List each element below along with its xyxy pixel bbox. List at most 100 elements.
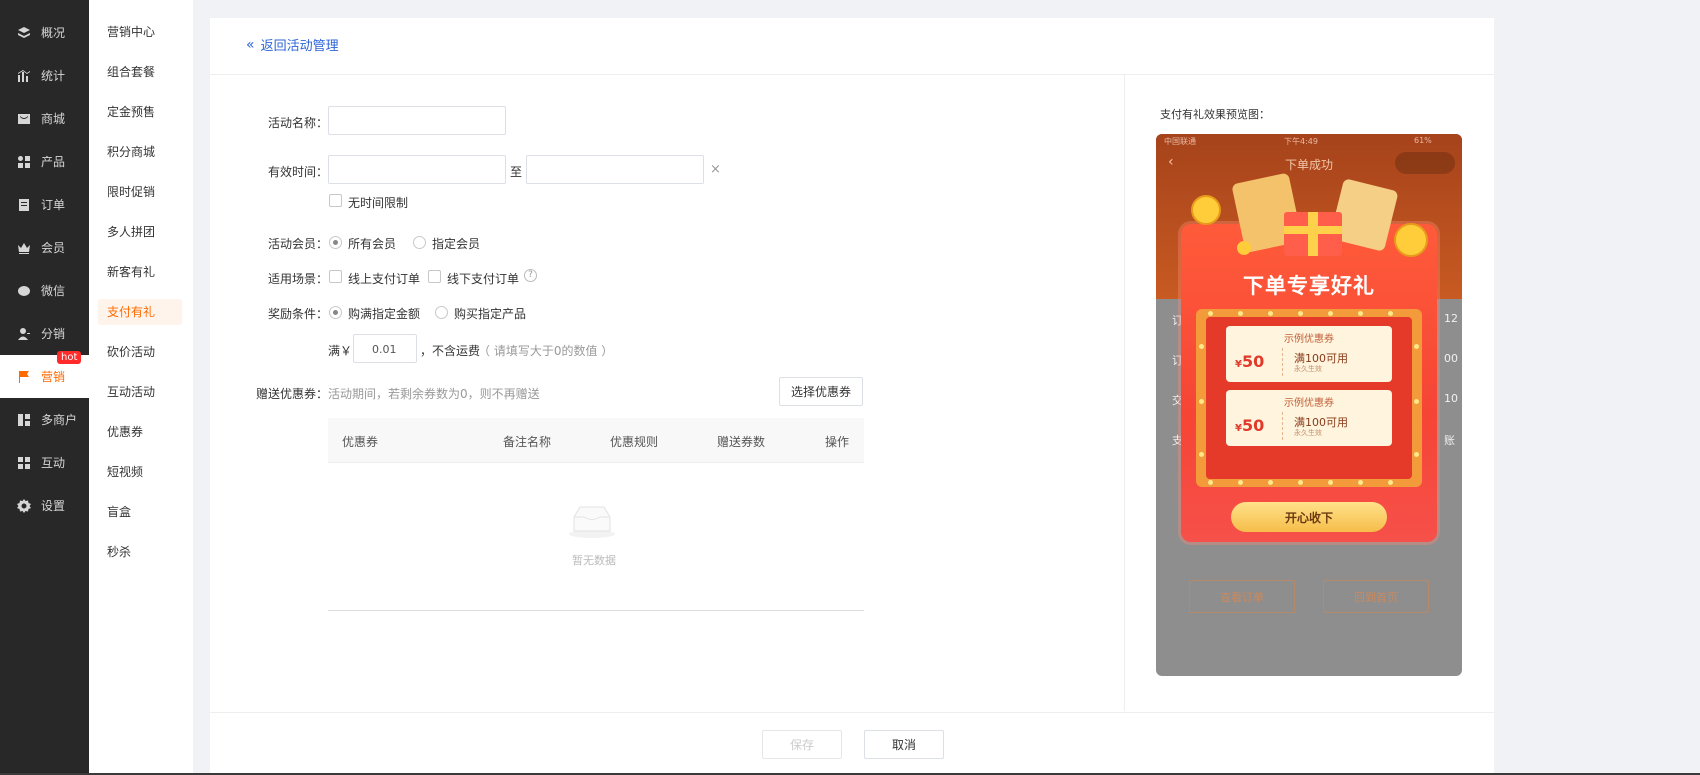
full-amount-input[interactable]: 0.01 [353,334,417,363]
nav-item-product[interactable]: 产品 [0,140,89,183]
member-label: 活动会员： [267,237,328,251]
gift-headline: 下单专享好礼 [1243,274,1375,298]
member-specific-radio[interactable] [413,236,426,249]
row-value: 10 [1444,392,1458,405]
grid-icon [17,155,31,169]
coupon-separator [1282,348,1283,376]
full-amount-suffix: ，不含运费 [420,344,481,358]
nav-item-member[interactable]: 会员 [0,226,89,269]
no-time-limit-label: 无时间限制 [348,196,409,210]
cond-amount-label: 购满指定金额 [348,307,421,321]
light-dot [1268,311,1273,316]
nav-item-wechat[interactable]: 微信 [0,269,89,312]
nav-item-distribution[interactable]: 分销 [0,312,89,355]
row-value: 账 [1444,434,1455,447]
wechat-icon [17,284,31,298]
back-link-label: 返回活动管理 [260,39,339,54]
scene-offline-label: 线下支付订单 [447,272,520,286]
col-action: 操作 [825,435,850,449]
coupon-title: 示例优惠券 [1284,398,1334,409]
help-icon[interactable]: ? [524,269,537,282]
subnav-item[interactable]: 盲盒 [98,499,182,525]
header-divider [210,74,1494,75]
light-dot [1358,311,1363,316]
double-chevron-left-icon: « [246,36,255,53]
subnav-item[interactable]: 定金预售 [98,99,182,125]
coupon-card: 示例优惠券 ¥50 满100可用 永久生效 [1226,326,1392,382]
scene-online-checkbox[interactable] [329,270,342,283]
coupon-separator [1282,412,1283,440]
no-time-limit-checkbox[interactable] [329,194,342,207]
nav-item-interaction[interactable]: 互动 [0,441,89,484]
subnav-item[interactable]: 短视频 [98,459,182,485]
nav-item-label: 营销 [41,370,66,384]
nav-item-label: 多商户 [41,413,78,427]
row-value: 00 [1444,352,1458,365]
main-card: « 返回活动管理 活动名称： 有效时间： 至 × 无时间限制 活动会员： 所有会… [210,18,1494,775]
end-time-input[interactable] [526,155,704,184]
subnav-item[interactable]: 营销中心 [98,19,182,45]
light-dot [1414,452,1419,457]
nav-item-label: 微信 [41,284,66,298]
nav-item-overview[interactable]: 概况 [0,11,89,54]
subnav-item[interactable]: 新客有礼 [98,259,182,285]
subnav-item[interactable]: 限时促销 [98,179,182,205]
light-dot [1238,480,1243,485]
col-count: 赠送券数 [717,435,766,449]
subnav-item[interactable]: 互动活动 [98,379,182,405]
nav-item-settings[interactable]: 设置 [0,484,89,527]
save-button[interactable]: 保存 [762,730,842,759]
select-coupon-button[interactable]: 选择优惠券 [779,377,863,406]
member-all-label: 所有会员 [348,237,397,251]
layers-icon [17,26,31,40]
empty-text: 暂无数据 [572,554,616,567]
light-dot [1199,399,1204,404]
subnav-item[interactable]: 秒杀 [98,539,182,565]
subnav-item[interactable]: 多人拼团 [98,219,182,245]
start-time-input[interactable] [328,155,506,184]
status-bar: 中国联通 下午4:49 61% [1156,136,1462,148]
preview-title: 支付有礼效果预览图： [1160,108,1270,121]
back-link[interactable]: « 返回活动管理 [246,35,339,55]
chart-icon [17,69,31,83]
nav-item-label: 会员 [41,241,66,255]
full-amount-prefix: 满￥ [328,344,353,358]
cancel-button[interactable]: 取消 [864,730,944,759]
subnav-item-active[interactable]: 支付有礼 [98,299,182,325]
hot-badge: hot [57,351,82,364]
nav-item-statistics[interactable]: 统计 [0,54,89,97]
status-time: 下午4:49 [1284,137,1318,146]
cond-amount-radio[interactable] [329,306,342,319]
coupon-amount-value: 50 [1241,416,1265,435]
nav-item-label: 概况 [41,26,66,40]
scene-offline-checkbox[interactable] [428,270,441,283]
table-bottom-border [328,610,864,611]
nav-item-merchants[interactable]: 多商户 [0,398,89,441]
nav-item-label: 订单 [41,198,66,212]
nav-item-label: 分销 [41,327,66,341]
view-order-button: 查看订单 [1189,580,1295,613]
cond-product-radio[interactable] [435,306,448,319]
subnav-item[interactable]: 积分商城 [98,139,182,165]
clear-time-icon[interactable]: × [710,162,721,177]
scene-online-label: 线上支付订单 [348,272,421,286]
nav-item-label: 统计 [41,69,66,83]
crown-icon [17,241,31,255]
coupon-hint: 活动期间，若剩余券数为0，则不再赠送 [328,387,540,401]
user-share-icon [17,327,31,341]
nav-item-order[interactable]: 订单 [0,183,89,226]
subnav-item[interactable]: 砍价活动 [98,339,182,365]
carrier: 中国联通 [1164,137,1196,146]
nav-item-mall[interactable]: 商城 [0,97,89,140]
light-dot [1358,480,1363,485]
row-value: 12 [1444,312,1458,325]
coupon-amount-value: 50 [1241,352,1265,371]
subnav-item[interactable]: 组合套餐 [98,59,182,85]
subnav-item[interactable]: 优惠券 [98,419,182,445]
member-all-radio[interactable] [329,236,342,249]
light-dot [1238,311,1243,316]
activity-name-input[interactable] [328,106,506,135]
scene-label: 适用场景： [267,272,328,286]
coupon-title: 示例优惠券 [1284,334,1334,345]
order-icon [17,198,31,212]
